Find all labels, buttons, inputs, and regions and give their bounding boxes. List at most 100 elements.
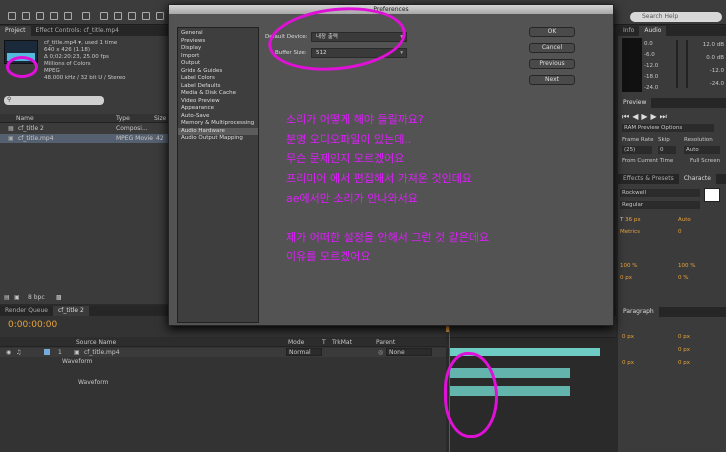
column-name[interactable]: Name: [16, 115, 34, 122]
indent-right-field[interactable]: 0 px: [678, 334, 690, 340]
category-item[interactable]: General: [178, 30, 258, 38]
kerning-field[interactable]: Metrics: [620, 229, 640, 235]
category-item[interactable]: Display: [178, 45, 258, 53]
audio-right-scale: 12.0 dB 0.0 dB -12.0 -24.0: [696, 39, 724, 91]
column-source-name[interactable]: Source Name: [76, 339, 116, 346]
ram-preview-select[interactable]: RAM Preview Options: [622, 124, 714, 132]
horizontal-scale-field[interactable]: 100 %: [678, 263, 695, 269]
tab-preview[interactable]: Preview: [618, 98, 652, 108]
column-mode[interactable]: Mode: [288, 339, 304, 346]
eye-icon[interactable]: ◉: [6, 348, 11, 357]
audio-icon[interactable]: ♫: [16, 348, 21, 357]
first-line-field[interactable]: 0 px: [678, 347, 690, 353]
mode-select[interactable]: Normal: [286, 348, 322, 356]
tab-info[interactable]: Info: [618, 26, 639, 36]
vertical-scale-field[interactable]: 100 %: [620, 263, 637, 269]
folder-icon[interactable]: ▤: [4, 294, 10, 301]
brush-tool-icon[interactable]: [142, 12, 150, 20]
audio-slider-left[interactable]: [676, 40, 678, 88]
category-item[interactable]: Previews: [178, 38, 258, 46]
camera-tool-icon[interactable]: [82, 12, 90, 20]
puppet-tool-icon[interactable]: [156, 12, 164, 20]
tab-project[interactable]: Project: [0, 26, 31, 36]
home-tool-icon[interactable]: [8, 12, 16, 20]
tab-audio[interactable]: Audio: [639, 26, 667, 36]
layer-name[interactable]: cf_title.mp4: [84, 348, 120, 357]
next-button[interactable]: Next: [529, 75, 575, 85]
hand-tool-icon[interactable]: [36, 12, 44, 20]
tab-paragraph[interactable]: Paragraph: [618, 307, 659, 317]
table-row[interactable]: ◉ ♫ 1 ▣ cf_title.mp4 Normal ◎ None: [0, 348, 446, 357]
skip-select[interactable]: 0: [658, 146, 676, 154]
trash-icon[interactable]: ▩: [56, 294, 62, 301]
category-item[interactable]: Appearance: [178, 105, 258, 113]
indent-left-field[interactable]: 0 px: [622, 334, 634, 340]
category-item[interactable]: Memory & Multiprocessing: [178, 120, 258, 128]
type-tool-icon[interactable]: [128, 12, 136, 20]
ok-button[interactable]: OK: [529, 27, 575, 37]
film-icon: ▣: [74, 349, 80, 356]
tab-effect-controls[interactable]: Effect Controls: cf_title.mp4: [31, 26, 124, 36]
project-search-input[interactable]: ⚲: [4, 96, 104, 105]
category-item[interactable]: Import: [178, 53, 258, 61]
cancel-button[interactable]: Cancel: [529, 43, 575, 53]
frame-rate-select[interactable]: (25): [622, 146, 652, 154]
pickwhip-icon[interactable]: ◎: [378, 348, 383, 357]
tracking-field[interactable]: 0: [678, 229, 682, 235]
tsume-field[interactable]: 0 %: [678, 275, 688, 281]
search-input[interactable]: Search Help: [630, 12, 722, 22]
font-select[interactable]: Rockwell: [620, 189, 700, 197]
tab-comp[interactable]: cf_title 2: [52, 306, 89, 316]
full-screen-checkbox[interactable]: Full Screen: [690, 158, 720, 164]
zoom-tool-icon[interactable]: [50, 12, 58, 20]
category-item[interactable]: Output: [178, 60, 258, 68]
bpc-button[interactable]: 8 bpc: [28, 294, 45, 301]
layer-number: 1: [58, 349, 62, 356]
font-size-field[interactable]: T 36 px: [620, 217, 641, 223]
column-type[interactable]: Type: [116, 115, 130, 122]
style-select[interactable]: Regular: [620, 201, 700, 209]
new-comp-icon[interactable]: ▣: [14, 294, 20, 301]
leading-field[interactable]: Auto: [678, 217, 691, 223]
item-name: cf_title 2: [18, 125, 44, 132]
column-trkmat[interactable]: TrkMat: [332, 339, 352, 346]
category-item[interactable]: Auto-Save: [178, 113, 258, 121]
sub-row[interactable]: Waveform: [62, 357, 92, 366]
sub-row[interactable]: Waveform: [78, 378, 108, 387]
playback-controls[interactable]: ⏮◀▶▶⏭: [622, 112, 670, 122]
time-ruler[interactable]: [446, 326, 616, 338]
from-current-checkbox[interactable]: From Current Time: [622, 158, 673, 164]
dialog-title: Preferences: [169, 5, 613, 14]
fill-color-swatch[interactable]: [704, 188, 720, 202]
tab-render-queue[interactable]: Render Queue: [0, 306, 53, 316]
category-item[interactable]: Media & Disk Cache: [178, 90, 258, 98]
space-after-field[interactable]: 0 px: [678, 360, 690, 366]
category-item[interactable]: Video Preview: [178, 98, 258, 106]
space-before-field[interactable]: 0 px: [622, 360, 634, 366]
list-item[interactable]: ▦ cf_title 2 Composi...: [0, 124, 168, 133]
category-item[interactable]: Label Colors: [178, 75, 258, 83]
rotate-tool-icon[interactable]: [64, 12, 72, 20]
resolution-select[interactable]: Auto: [684, 146, 720, 154]
column-parent[interactable]: Parent: [376, 339, 395, 346]
info-line: 640 x 426 (1.18): [44, 47, 91, 53]
column-t[interactable]: T: [322, 339, 326, 346]
tab-effects-presets[interactable]: Effects & Presets: [618, 174, 679, 184]
label-swatch[interactable]: [44, 349, 50, 355]
rectangle-tool-icon[interactable]: [100, 12, 108, 20]
column-size[interactable]: Size: [154, 115, 166, 122]
baseline-field[interactable]: 0 px: [620, 275, 632, 281]
audio-slider-right[interactable]: [686, 40, 688, 88]
timecode[interactable]: 0:00:00:00: [8, 320, 57, 330]
previous-button[interactable]: Previous: [529, 59, 575, 69]
selection-tool-icon[interactable]: [22, 12, 30, 20]
tab-character[interactable]: Characte: [678, 174, 716, 184]
list-item[interactable]: ▣ cf_title.mp4 MPEG Movie 42: [0, 134, 168, 143]
category-item[interactable]: Label Defaults: [178, 83, 258, 91]
pen-tool-icon[interactable]: [114, 12, 122, 20]
category-item[interactable]: Grids & Guides: [178, 68, 258, 76]
character-tabbar: Effects & Presets Characte: [618, 174, 726, 184]
category-item-selected[interactable]: Audio Hardware: [178, 127, 258, 135]
parent-select[interactable]: None: [386, 348, 432, 356]
category-item[interactable]: Audio Output Mapping: [178, 135, 258, 143]
